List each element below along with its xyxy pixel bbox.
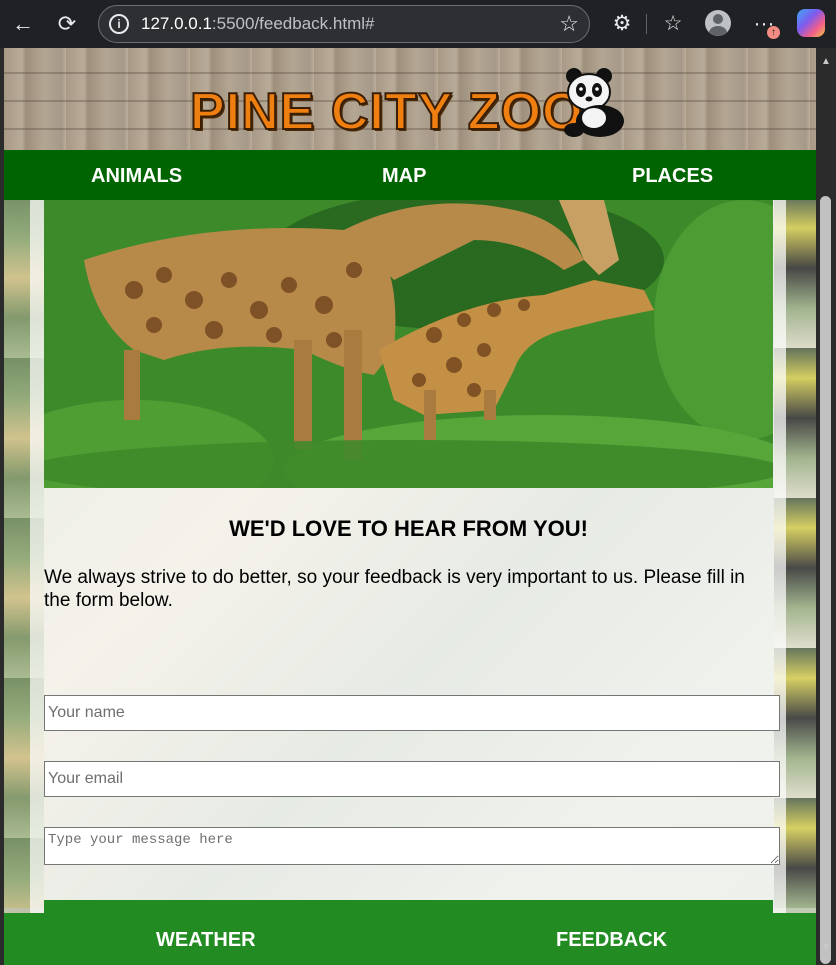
panda-logo-icon xyxy=(564,68,624,137)
top-nav: ANIMALS MAP PLACES xyxy=(4,150,816,200)
url-text[interactable]: 127.0.0.1:5500/feedback.html# xyxy=(141,14,374,34)
url-host: 127.0.0.1 xyxy=(141,14,212,33)
site-header: PINE CITY ZOO xyxy=(4,48,816,150)
name-input[interactable] xyxy=(44,695,780,731)
favorite-star-icon[interactable]: ☆ xyxy=(559,11,579,37)
vertical-scrollbar[interactable]: ▲ ▼ xyxy=(816,48,836,965)
profile-avatar[interactable] xyxy=(705,10,731,36)
browser-toolbar: ← ⟳ i 127.0.0.1:5500/feedback.html# ☆ ⚙ … xyxy=(0,0,836,48)
address-bar[interactable]: i 127.0.0.1:5500/feedback.html# ☆ xyxy=(98,5,590,43)
giraffe-hero-image xyxy=(44,200,773,488)
scroll-down-arrow-icon[interactable]: ▼ xyxy=(820,942,832,953)
reload-icon[interactable]: ⟳ xyxy=(52,9,82,39)
nav-weather-link[interactable]: WEATHER xyxy=(156,929,256,952)
page-viewport: PINE CITY ZOO ANIMALS MAP PLACES WE'D LO… xyxy=(4,48,816,965)
nav-animals-link[interactable]: ANIMALS xyxy=(91,165,182,188)
favorites-icon[interactable]: ☆ xyxy=(657,8,689,40)
email-input[interactable] xyxy=(44,761,780,797)
copilot-icon[interactable] xyxy=(797,9,825,37)
url-path: :5500/feedback.html# xyxy=(211,14,375,33)
scrollbar-thumb[interactable] xyxy=(820,196,831,964)
scroll-up-arrow-icon[interactable]: ▲ xyxy=(820,56,832,67)
wood-plank-line xyxy=(4,72,816,74)
message-textarea[interactable] xyxy=(44,827,780,865)
nav-feedback-link[interactable]: FEEDBACK xyxy=(556,929,667,952)
feedback-intro: We always strive to do better, so your f… xyxy=(44,567,745,611)
update-badge-icon: ↑ xyxy=(767,26,780,39)
bottom-nav: WEATHER FEEDBACK xyxy=(4,913,816,965)
feedback-heading: WE'D LOVE TO HEAR FROM YOU! xyxy=(229,516,588,541)
nav-places-link[interactable]: PLACES xyxy=(632,165,713,188)
nav-map-link[interactable]: MAP xyxy=(382,165,426,188)
site-info-icon[interactable]: i xyxy=(109,14,129,34)
toolbar-divider xyxy=(646,14,647,34)
extensions-icon[interactable]: ⚙ xyxy=(606,8,638,40)
back-icon[interactable]: ← xyxy=(8,9,38,39)
site-logo[interactable]: PINE CITY ZOO xyxy=(189,85,583,139)
main-content: WE'D LOVE TO HEAR FROM YOU! We always st… xyxy=(30,200,786,943)
